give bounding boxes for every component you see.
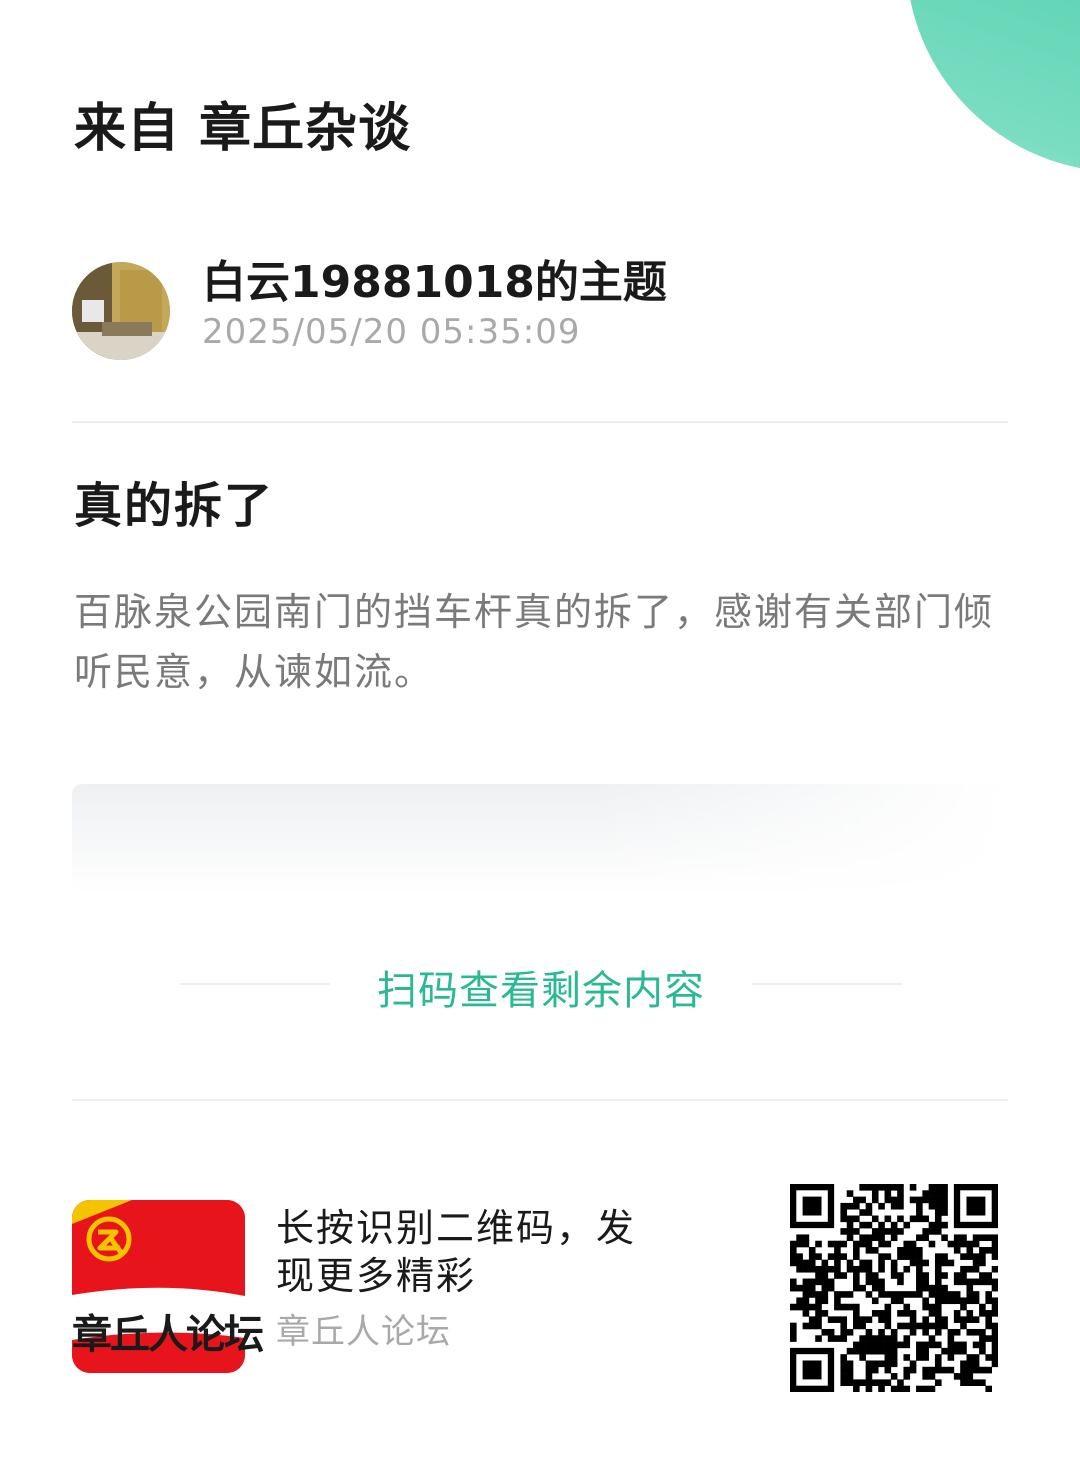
scan-to-view-more-link[interactable]: 扫码查看剩余内容 [180, 958, 902, 1016]
post-title: 真的拆了 [74, 478, 275, 534]
share-card: 来自 章丘杂谈 白云19881018的主题 2025/05/20 05:35:0… [0, 0, 1080, 1475]
forum-logo-text: 章丘人论坛 [72, 1311, 264, 1358]
post-timestamp: 2025/05/20 05:35:09 [202, 312, 581, 352]
forum-name: 章丘人论坛 [276, 1312, 451, 1352]
qr-prompt-text: 长按识别二维码，发现更多精彩 [276, 1206, 637, 1298]
corner-decoration [906, 0, 1080, 172]
source-title: 来自 章丘杂谈 [74, 99, 412, 159]
avatar-image [72, 262, 170, 360]
content-fade-overlay [72, 784, 1008, 894]
post-body: 百脉泉公园南门的挡车杆真的拆了，感谢有关部门倾听民意，从谏如流。 [74, 590, 995, 694]
divider [72, 1099, 1008, 1101]
divider [72, 421, 1008, 423]
avatar[interactable] [72, 262, 170, 360]
author-name[interactable]: 白云19881018的主题 [202, 246, 667, 310]
qr-code-icon[interactable] [790, 1184, 998, 1392]
forum-logo-mark-icon [86, 1216, 132, 1262]
view-more-row[interactable]: 扫码查看剩余内容 [180, 958, 902, 1014]
